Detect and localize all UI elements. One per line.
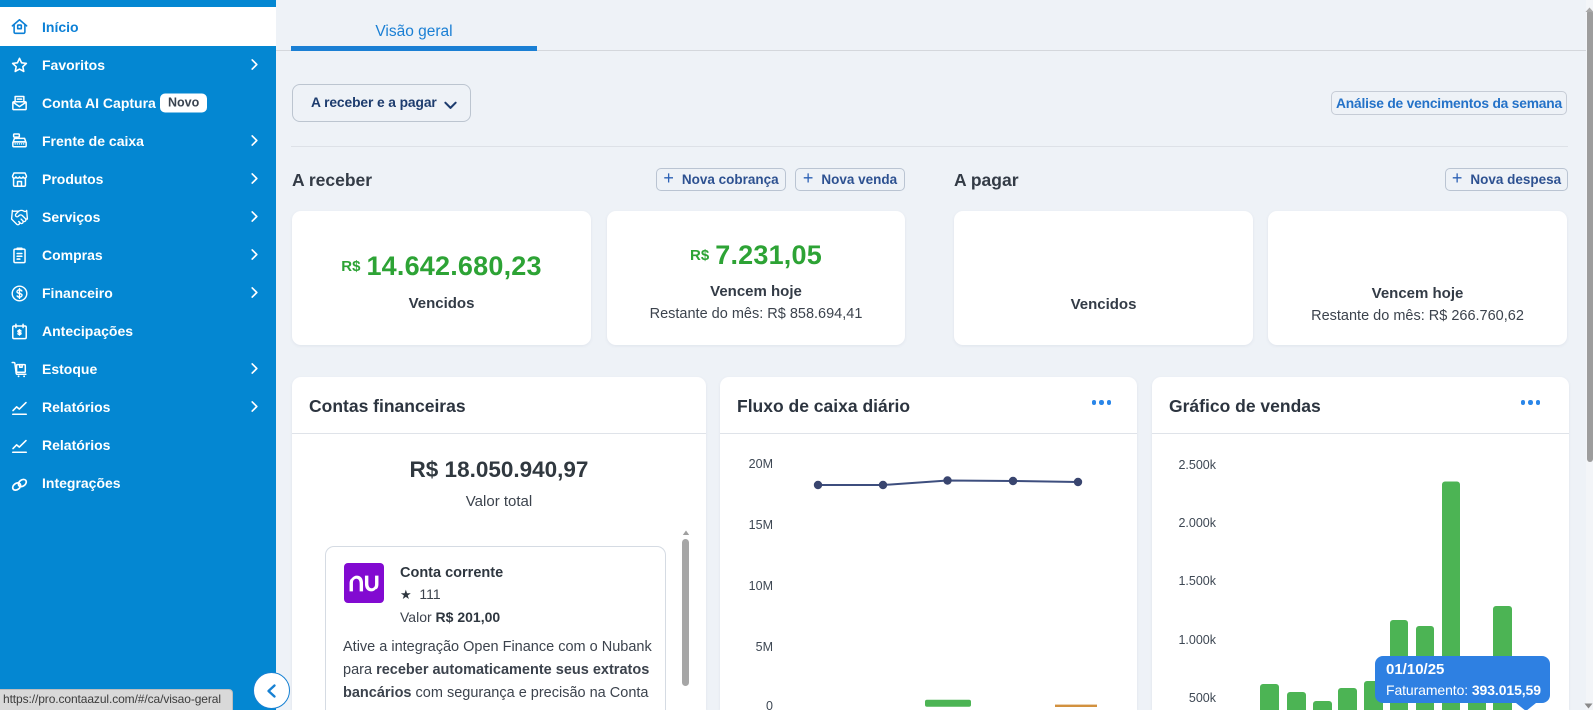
- svg-text:15M: 15M: [749, 518, 773, 532]
- svg-text:1.500k: 1.500k: [1178, 574, 1216, 588]
- svg-text:2.000k: 2.000k: [1178, 516, 1216, 530]
- svg-text:500k: 500k: [1189, 691, 1217, 705]
- svg-text:1.000k: 1.000k: [1178, 633, 1216, 647]
- svg-text:10M: 10M: [749, 579, 773, 593]
- svg-text:0: 0: [766, 699, 773, 710]
- svg-text:20M: 20M: [749, 457, 773, 471]
- svg-text:2.500k: 2.500k: [1178, 458, 1216, 472]
- svg-text:5M: 5M: [756, 640, 773, 654]
